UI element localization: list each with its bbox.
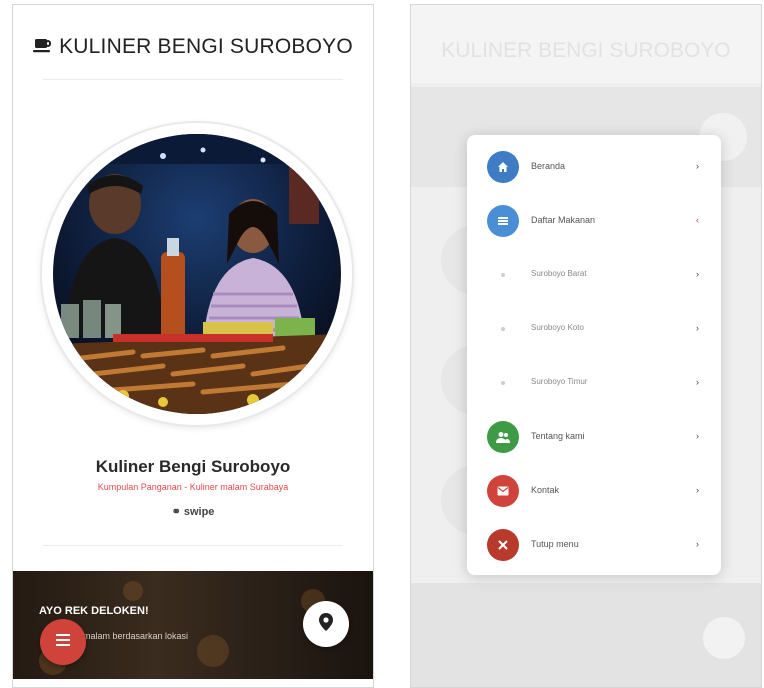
- close-icon: [487, 529, 519, 561]
- menu-item-label: Beranda: [531, 161, 566, 171]
- bullet-icon: [501, 327, 505, 331]
- swipe-label: swipe: [183, 506, 215, 518]
- chevron-right-icon: ›: [696, 377, 699, 387]
- people-icon: [487, 421, 519, 453]
- menu-item-kontak[interactable]: Kontak ›: [467, 471, 721, 511]
- background-button: [703, 617, 745, 659]
- menu-item-label: Daftar Makanan: [531, 215, 596, 225]
- profile-name: Kuliner Bengi Suroboyo: [95, 457, 291, 476]
- chevron-right-icon: ›: [696, 269, 699, 279]
- app-header: KULINER BENGI SUROBOYO: [13, 35, 373, 59]
- menu-item-tutup-menu[interactable]: Tutup menu ›: [467, 525, 721, 565]
- home-screen: KULINER BENGI SUROBOYO Kuliner Bengi Sur…: [12, 4, 374, 688]
- coffee-cup-icon: [33, 35, 53, 59]
- swipe-icon: ⚭: [171, 506, 181, 518]
- menu-subitem-suroboyo-barat[interactable]: Suroboyo Barat ›: [467, 255, 721, 295]
- menu-item-label: Suroboyo Barat: [531, 269, 587, 278]
- bottom-strip: [13, 679, 373, 687]
- app-header-dimmed: KULINER BENGI SUROBOYO: [411, 5, 761, 83]
- menu-item-beranda[interactable]: Beranda ›: [467, 147, 721, 187]
- app-title: KULINER BENGI SUROBOYO: [59, 35, 353, 58]
- chevron-right-icon: ›: [696, 161, 699, 171]
- menu-item-label: Suroboyo Koto: [531, 323, 584, 332]
- banner-title: AYO REK DELOKEN!: [39, 605, 149, 617]
- swipe-hint[interactable]: ⚭ swipe: [13, 505, 373, 518]
- location-button[interactable]: [303, 601, 349, 647]
- menu-button[interactable]: [40, 619, 86, 665]
- menu-item-label: Tentang kami: [531, 431, 585, 441]
- menu-subitem-suroboyo-koto[interactable]: Suroboyo Koto ›: [467, 309, 721, 349]
- mail-icon: [487, 475, 519, 507]
- chevron-left-icon: ‹: [696, 215, 699, 225]
- navigation-menu: Beranda › Daftar Makanan ‹ Suroboyo Bara…: [467, 135, 721, 575]
- menu-item-label: Kontak: [531, 485, 560, 495]
- chevron-right-icon: ›: [696, 539, 699, 549]
- hamburger-icon: [56, 633, 70, 651]
- map-pin-icon: [319, 612, 333, 636]
- menu-item-daftar-makanan[interactable]: Daftar Makanan ‹: [467, 201, 721, 241]
- chevron-right-icon: ›: [696, 485, 699, 495]
- menu-item-label: Suroboyo Timur: [531, 377, 588, 386]
- home-icon: [487, 151, 519, 183]
- menu-item-tentang-kami[interactable]: Tentang kami ›: [467, 417, 721, 457]
- food-stall-photo: [53, 134, 341, 414]
- bullet-icon: [501, 381, 505, 385]
- app-title-dimmed: KULINER BENGI SUROBOYO: [441, 39, 731, 62]
- menu-subitem-suroboyo-timur[interactable]: Suroboyo Timur ›: [467, 363, 721, 403]
- bullet-icon: [501, 273, 505, 277]
- divider: [43, 79, 343, 80]
- divider: [43, 545, 343, 546]
- list-icon: [487, 205, 519, 237]
- chevron-right-icon: ›: [696, 431, 699, 441]
- chevron-right-icon: ›: [696, 323, 699, 333]
- profile-photo-frame: [42, 123, 352, 425]
- profile-tagline: Kumpulan Panganan - Kuliner malam Suraba…: [97, 482, 289, 492]
- menu-screen: KULINER BENGI SUROBOYO Beranda › Daftar …: [410, 4, 762, 688]
- menu-item-label: Tutup menu: [531, 539, 579, 549]
